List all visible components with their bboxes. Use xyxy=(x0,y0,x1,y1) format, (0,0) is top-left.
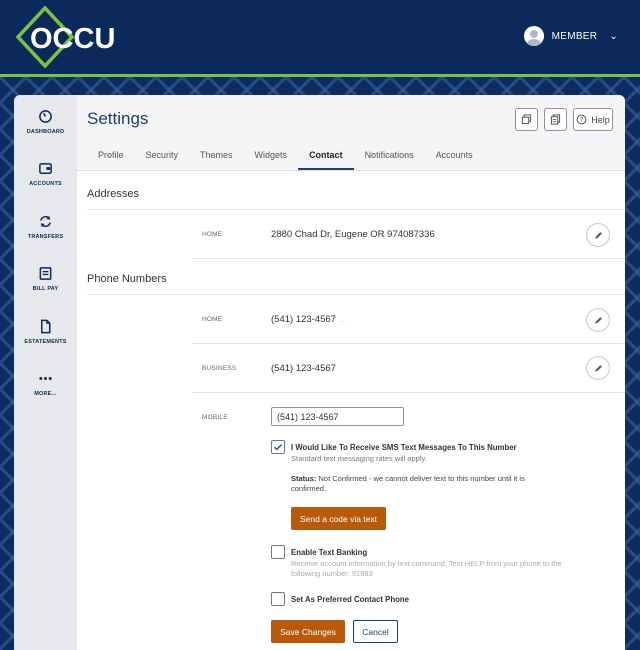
tab-accounts[interactable]: Accounts xyxy=(425,147,484,170)
nav-label: MORE... xyxy=(34,391,57,397)
top-header: OCCU MEMBER ⌄ xyxy=(0,0,640,74)
copy-icon xyxy=(521,114,532,125)
nav-label: DASHBOARD xyxy=(26,129,65,135)
wallet-icon xyxy=(14,161,77,177)
phone-mobile-label: MOBILE xyxy=(202,414,228,421)
edit-business-phone-button[interactable] xyxy=(586,356,610,380)
copy-button[interactable] xyxy=(515,108,538,131)
sms-checkbox-label: I Would Like To Receive SMS Text Message… xyxy=(291,443,517,452)
preferred-contact-label: Set As Preferred Contact Phone xyxy=(291,595,409,604)
send-code-button[interactable]: Send a code via text xyxy=(291,507,386,530)
nav-label: ESTATEMENTS xyxy=(24,339,67,345)
settings-tabs: Profile Security Themes Widgets Contact … xyxy=(87,147,484,170)
divider xyxy=(192,343,625,344)
addresses-title: Addresses xyxy=(87,188,139,200)
save-changes-button[interactable]: Save Changes xyxy=(271,620,345,643)
transfer-arrows-icon xyxy=(14,214,77,230)
nav-item-transfers[interactable]: TRANSFERS xyxy=(14,214,77,240)
sms-rates-note: Standard text messaging rates will apply… xyxy=(291,454,427,463)
phone-home-label: HOME xyxy=(202,316,223,323)
sms-status-text: Not Confirmed - we cannot deliver text t… xyxy=(291,474,525,493)
phone-business-label: BUSINESS xyxy=(202,365,237,372)
nav-item-dashboard[interactable]: DASHBOARD xyxy=(14,109,77,135)
nav-item-more[interactable]: MORE... xyxy=(14,371,77,397)
settings-panel: Settings ? Help Profile Security Themes … xyxy=(77,95,625,650)
member-menu[interactable]: MEMBER ⌄ xyxy=(523,26,618,46)
address-home-value: 2880 Chad Dr, Eugene OR 974087336 xyxy=(271,229,435,240)
phone-home-extension: ...... xyxy=(338,318,347,324)
cancel-button[interactable]: Cancel xyxy=(353,620,398,643)
pencil-icon xyxy=(594,364,602,372)
phone-numbers-title: Phone Numbers xyxy=(87,273,167,285)
tab-profile[interactable]: Profile xyxy=(87,147,135,170)
nav-label: ACCOUNTS xyxy=(29,181,62,187)
question-icon: ? xyxy=(576,114,587,125)
divider xyxy=(87,209,625,210)
address-home-label: HOME xyxy=(202,231,223,238)
pencil-icon xyxy=(594,316,602,324)
help-label: Help xyxy=(591,114,610,125)
sms-checkbox[interactable] xyxy=(271,440,285,454)
side-navigation: DASHBOARD ACCOUNTS TRANSFERS BILL PAY ES… xyxy=(14,95,77,650)
logo-text: OCCU xyxy=(30,23,115,55)
text-banking-checkbox[interactable] xyxy=(271,545,285,559)
edit-home-phone-button[interactable] xyxy=(586,308,610,332)
divider xyxy=(87,294,625,295)
panel-header: Settings ? Help Profile Security Themes … xyxy=(77,95,625,171)
tab-notifications[interactable]: Notifications xyxy=(354,147,425,170)
edit-address-button[interactable] xyxy=(586,223,610,247)
document-icon xyxy=(14,319,77,335)
nav-label: BILL PAY xyxy=(32,286,59,292)
avatar-icon xyxy=(523,26,544,46)
sms-status-label: Status: xyxy=(291,474,317,483)
nav-item-bill-pay[interactable]: BILL PAY xyxy=(14,266,77,292)
svg-text:?: ? xyxy=(580,118,584,124)
documents-icon xyxy=(550,114,561,125)
phone-home-value: (541) 123-4567 ...... xyxy=(271,314,347,325)
divider xyxy=(192,258,625,259)
phone-business-value: (541) 123-4567 xyxy=(271,363,336,374)
more-dots-icon xyxy=(14,371,77,387)
text-banking-label: Enable Text Banking xyxy=(291,548,368,557)
sms-status: Status: Not Confirmed - we cannot delive… xyxy=(291,474,561,494)
page-title: Settings xyxy=(87,109,149,128)
phone-home-number: (541) 123-4567 xyxy=(271,314,336,325)
preferred-contact-checkbox[interactable] xyxy=(271,592,285,606)
checkmark-icon xyxy=(274,444,283,451)
help-button[interactable]: ? Help xyxy=(573,108,613,131)
chevron-down-icon: ⌄ xyxy=(609,30,618,42)
tab-contact[interactable]: Contact xyxy=(298,147,354,170)
bill-pay-icon xyxy=(14,266,77,282)
nav-item-estatements[interactable]: ESTATEMENTS xyxy=(14,319,77,345)
tab-themes[interactable]: Themes xyxy=(189,147,244,170)
nav-item-accounts[interactable]: ACCOUNTS xyxy=(14,161,77,187)
pencil-icon xyxy=(594,231,602,239)
tab-security[interactable]: Security xyxy=(135,147,190,170)
nav-label: TRANSFERS xyxy=(27,234,64,240)
text-banking-note: Receive account information by text comm… xyxy=(291,559,562,578)
mobile-phone-input[interactable] xyxy=(271,407,404,426)
tab-widgets[interactable]: Widgets xyxy=(244,147,299,170)
member-label: MEMBER xyxy=(551,30,598,42)
occu-logo[interactable]: OCCU xyxy=(14,6,124,68)
divider xyxy=(192,392,625,393)
speedometer-icon xyxy=(14,109,77,125)
print-button[interactable] xyxy=(544,108,567,131)
